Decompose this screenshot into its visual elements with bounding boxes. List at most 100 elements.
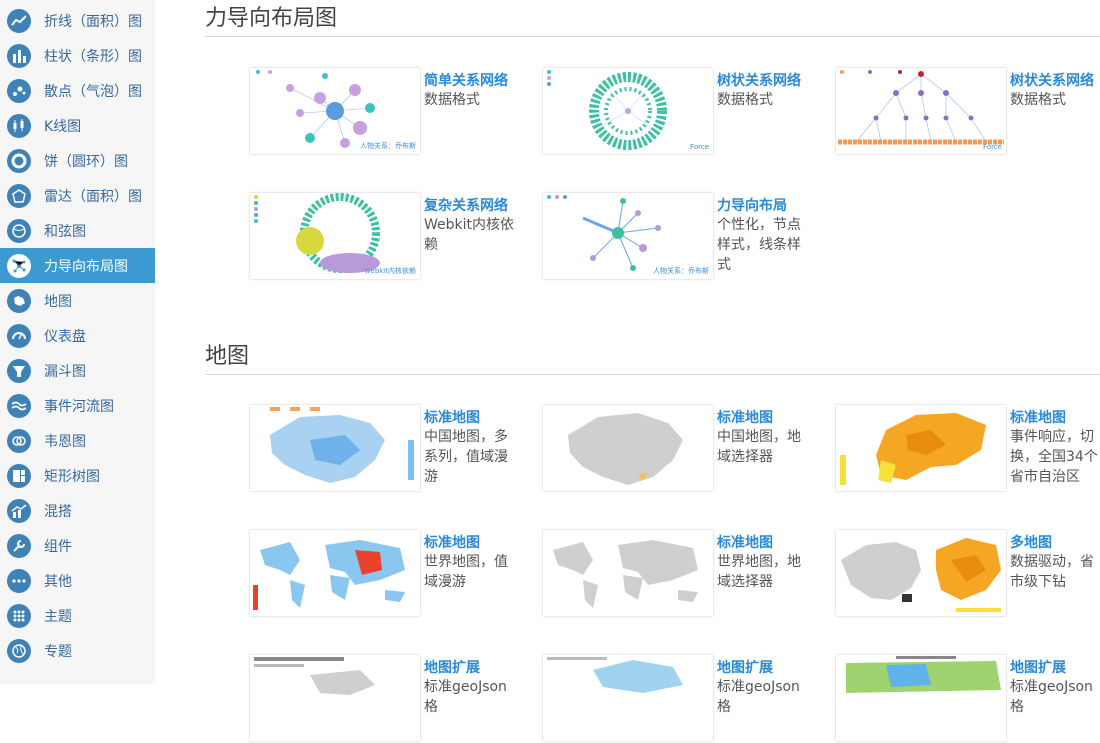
example-card: 标准地图 世界地图，值域漫游 bbox=[250, 530, 540, 618]
example-card: 地图扩展 标准geoJson格 bbox=[836, 655, 1100, 743]
bar-chart-icon bbox=[7, 43, 31, 68]
sidebar-item-map[interactable]: 地图 bbox=[0, 283, 155, 318]
sidebar-item-label: 折线（面积）图 bbox=[44, 13, 142, 30]
card-title-link[interactable]: 树状关系网络 bbox=[1010, 70, 1094, 90]
card-description: 世界地图，值域漫游 bbox=[424, 554, 508, 590]
sidebar-item-theme[interactable]: 主题 bbox=[0, 598, 155, 633]
radar-chart-icon bbox=[7, 183, 31, 208]
force-chart-icon bbox=[7, 253, 31, 278]
card-thumbnail[interactable] bbox=[543, 405, 713, 491]
sidebar: 折线（面积）图 柱状（条形）图 散点（气泡）图 K线图 饼（圆环）图 雷达（面积… bbox=[0, 0, 155, 684]
card-description: 标准geoJson格 bbox=[1010, 679, 1093, 715]
card-title-link[interactable]: 标准地图 bbox=[424, 407, 480, 427]
sidebar-item-label: 组件 bbox=[44, 538, 72, 555]
sidebar-item-bar[interactable]: 柱状（条形）图 bbox=[0, 38, 155, 73]
sidebar-item-gauge[interactable]: 仪表盘 bbox=[0, 318, 155, 353]
card-description: 数据格式 bbox=[717, 92, 773, 108]
example-card: Force 树状关系网络 数据格式 bbox=[543, 68, 833, 156]
card-title-link[interactable]: 复杂关系网络 bbox=[424, 195, 508, 215]
card-thumbnail[interactable] bbox=[836, 655, 1006, 741]
sidebar-item-scatter[interactable]: 散点（气泡）图 bbox=[0, 73, 155, 108]
example-card: 人物关系：乔布斯 力导向布局 个性化，节点样式，线条样式 bbox=[543, 193, 833, 281]
sidebar-item-pie[interactable]: 饼（圆环）图 bbox=[0, 143, 155, 178]
card-description: 数据驱动，省市级下钻 bbox=[1010, 554, 1094, 590]
gauge-chart-icon bbox=[7, 323, 31, 348]
sidebar-item-venn[interactable]: 韦恩图 bbox=[0, 423, 155, 458]
card-description: 事件响应，切换，全国34个省市自治区 bbox=[1010, 429, 1098, 485]
example-card: webkit内核依赖 复杂关系网络 Webkit内核依赖 bbox=[250, 193, 540, 281]
example-card: 地图扩展 标准geoJson格 bbox=[543, 655, 833, 743]
card-thumbnail[interactable] bbox=[250, 530, 420, 616]
sidebar-item-label: 事件河流图 bbox=[44, 398, 114, 415]
card-thumbnail[interactable] bbox=[250, 655, 420, 741]
card-description: 中国地图，地域选择器 bbox=[717, 429, 801, 465]
section-title-map: 地图 bbox=[205, 344, 250, 369]
sidebar-item-topic[interactable]: 专题 bbox=[0, 633, 155, 668]
treemap-chart-icon bbox=[7, 463, 31, 488]
card-description: 中国地图，多系列，值域漫游 bbox=[424, 429, 508, 485]
card-thumbnail[interactable] bbox=[543, 655, 713, 741]
sidebar-item-treemap[interactable]: 矩形树图 bbox=[0, 458, 155, 493]
card-description: 世界地图，地域选择器 bbox=[717, 554, 801, 590]
map-chart-icon bbox=[7, 288, 31, 313]
sidebar-item-label: 主题 bbox=[44, 608, 72, 625]
card-thumbnail[interactable] bbox=[836, 405, 1006, 491]
section-divider bbox=[205, 36, 1100, 37]
sidebar-item-label: 其他 bbox=[44, 573, 72, 590]
card-thumbnail[interactable] bbox=[836, 530, 1006, 616]
card-title-link[interactable]: 力导向布局 bbox=[717, 195, 787, 215]
card-description: 数据格式 bbox=[1010, 92, 1066, 108]
sidebar-item-label: 地图 bbox=[44, 293, 72, 310]
card-description: Webkit内核依赖 bbox=[424, 217, 515, 253]
sidebar-item-label: 韦恩图 bbox=[44, 433, 86, 450]
sidebar-item-label: 柱状（条形）图 bbox=[44, 48, 142, 65]
card-title-link[interactable]: 地图扩展 bbox=[717, 657, 773, 677]
card-title-link[interactable]: 标准地图 bbox=[1010, 407, 1066, 427]
sidebar-item-radar[interactable]: 雷达（面积）图 bbox=[0, 178, 155, 213]
sidebar-item-chord[interactable]: 和弦图 bbox=[0, 213, 155, 248]
card-title-link[interactable]: 简单关系网络 bbox=[424, 70, 508, 90]
card-thumbnail[interactable] bbox=[250, 405, 420, 491]
funnel-chart-icon bbox=[7, 358, 31, 383]
example-card: 标准地图 世界地图，地域选择器 bbox=[543, 530, 833, 618]
sidebar-item-k[interactable]: K线图 bbox=[0, 108, 155, 143]
mix-chart-icon bbox=[7, 498, 31, 523]
event-river-icon bbox=[7, 393, 31, 418]
card-title-link[interactable]: 地图扩展 bbox=[424, 657, 480, 677]
example-card: 标准地图 事件响应，切换，全国34个省市自治区 bbox=[836, 405, 1100, 493]
sidebar-item-other[interactable]: 其他 bbox=[0, 563, 155, 598]
card-thumbnail[interactable]: 人物关系：乔布斯 bbox=[543, 193, 713, 279]
thumbnail-caption: Force bbox=[690, 143, 709, 151]
sidebar-item-funnel[interactable]: 漏斗图 bbox=[0, 353, 155, 388]
sidebar-item-river[interactable]: 事件河流图 bbox=[0, 388, 155, 423]
card-title-link[interactable]: 树状关系网络 bbox=[717, 70, 801, 90]
venn-chart-icon bbox=[7, 428, 31, 453]
card-thumbnail[interactable]: Force bbox=[836, 68, 1006, 154]
thumbnail-caption: Force bbox=[983, 143, 1002, 151]
candlestick-chart-icon bbox=[7, 113, 31, 138]
card-title-link[interactable]: 标准地图 bbox=[717, 407, 773, 427]
sidebar-item-label: 力导向布局图 bbox=[44, 258, 128, 275]
example-card: 标准地图 中国地图，多系列，值域漫游 bbox=[250, 405, 540, 493]
card-title-link[interactable]: 地图扩展 bbox=[1010, 657, 1066, 677]
pie-chart-icon bbox=[7, 148, 31, 173]
card-title-link[interactable]: 标准地图 bbox=[424, 532, 480, 552]
line-chart-icon bbox=[7, 8, 31, 33]
card-title-link[interactable]: 标准地图 bbox=[717, 532, 773, 552]
sidebar-item-label: K线图 bbox=[44, 118, 82, 135]
sidebar-item-mix[interactable]: 混搭 bbox=[0, 493, 155, 528]
thumbnail-caption: 人物关系：乔布斯 bbox=[360, 142, 416, 150]
example-card: 标准地图 中国地图，地域选择器 bbox=[543, 405, 833, 493]
sidebar-item-label: 仪表盘 bbox=[44, 328, 86, 345]
sidebar-item-force[interactable]: 力导向布局图 bbox=[0, 248, 155, 283]
card-thumbnail[interactable] bbox=[543, 530, 713, 616]
sidebar-item-line[interactable]: 折线（面积）图 bbox=[0, 3, 155, 38]
card-thumbnail[interactable]: webkit内核依赖 bbox=[250, 193, 420, 279]
sidebar-item-label: 漏斗图 bbox=[44, 363, 86, 380]
card-thumbnail[interactable]: Force bbox=[543, 68, 713, 154]
card-thumbnail[interactable]: 人物关系：乔布斯 bbox=[250, 68, 420, 154]
other-icon bbox=[7, 568, 31, 593]
card-title-link[interactable]: 多地图 bbox=[1010, 532, 1052, 552]
sidebar-item-component[interactable]: 组件 bbox=[0, 528, 155, 563]
theme-icon bbox=[7, 603, 31, 628]
